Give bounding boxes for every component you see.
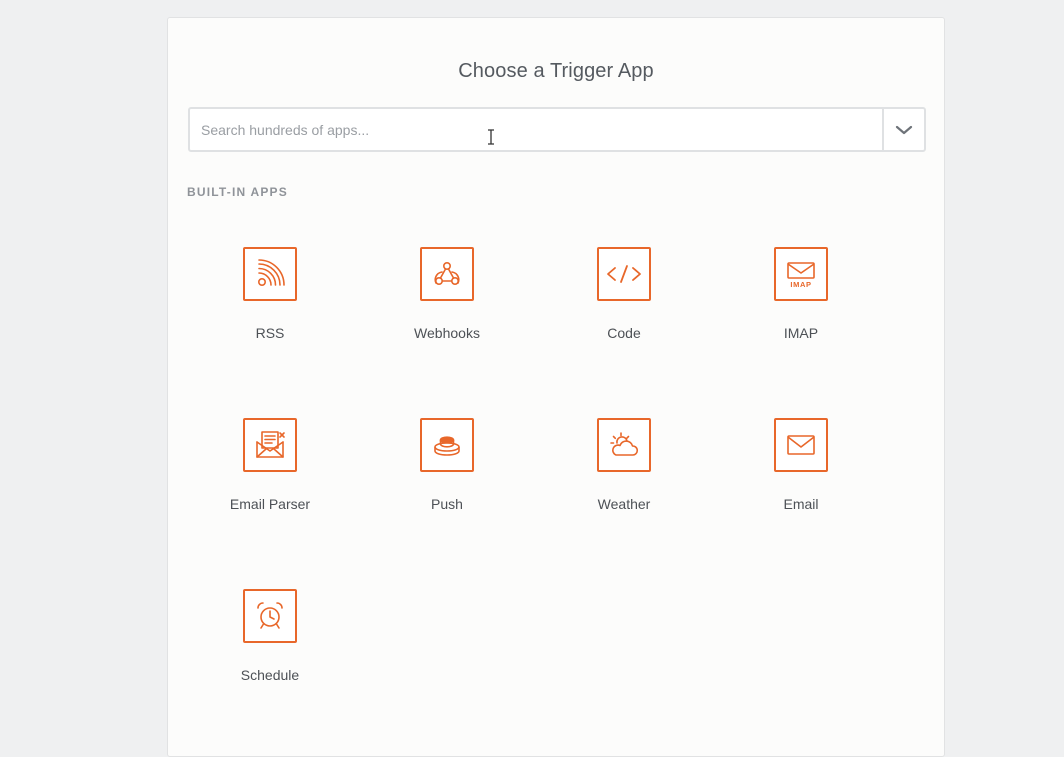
- rss-icon: [258, 259, 285, 286]
- imap-mail-icon: IMAP: [787, 262, 815, 289]
- app-label: Push: [431, 496, 463, 512]
- app-tile-rss[interactable]: RSS: [195, 247, 345, 377]
- built-in-apps-heading: BUILT-IN APPS: [187, 185, 288, 199]
- app-tile-webhooks[interactable]: Webhooks: [372, 247, 522, 377]
- alarm-clock-icon: [257, 602, 283, 629]
- weather-icon: [610, 432, 639, 456]
- webhook-icon: [434, 262, 460, 285]
- app-tile-imap[interactable]: IMAP IMAP: [726, 247, 876, 377]
- app-label: Webhooks: [414, 325, 480, 341]
- envelope-icon: [787, 435, 815, 455]
- dropdown-toggle-button[interactable]: [882, 109, 924, 150]
- app-tile-schedule[interactable]: Schedule: [195, 589, 345, 719]
- app-label: Schedule: [240, 667, 300, 683]
- app-tile-code[interactable]: Code: [549, 247, 699, 377]
- text-cursor-icon: [488, 129, 494, 145]
- app-tile-push[interactable]: Push: [372, 418, 522, 548]
- chevron-down-icon: [895, 125, 913, 134]
- app-label: Weather: [597, 496, 651, 512]
- trigger-app-card: Choose a Trigger App BUILT-IN APPS: [167, 17, 945, 757]
- search-input[interactable]: [190, 109, 882, 150]
- app-label: IMAP: [783, 325, 819, 341]
- app-label: Code: [607, 325, 641, 341]
- page-title: Choose a Trigger App: [458, 60, 654, 82]
- email-parser-icon: [256, 431, 285, 458]
- app-label: Email: [783, 496, 819, 512]
- app-label: RSS: [255, 325, 285, 341]
- svg-text:IMAP: IMAP: [790, 280, 811, 289]
- code-icon: [607, 265, 641, 283]
- app-search-box: [188, 107, 926, 152]
- app-tile-email[interactable]: Email: [726, 418, 876, 548]
- app-tile-weather[interactable]: Weather: [549, 418, 699, 548]
- app-tile-email-parser[interactable]: Email Parser: [195, 418, 345, 548]
- app-label: Email Parser: [229, 496, 311, 512]
- push-button-icon: [434, 436, 460, 456]
